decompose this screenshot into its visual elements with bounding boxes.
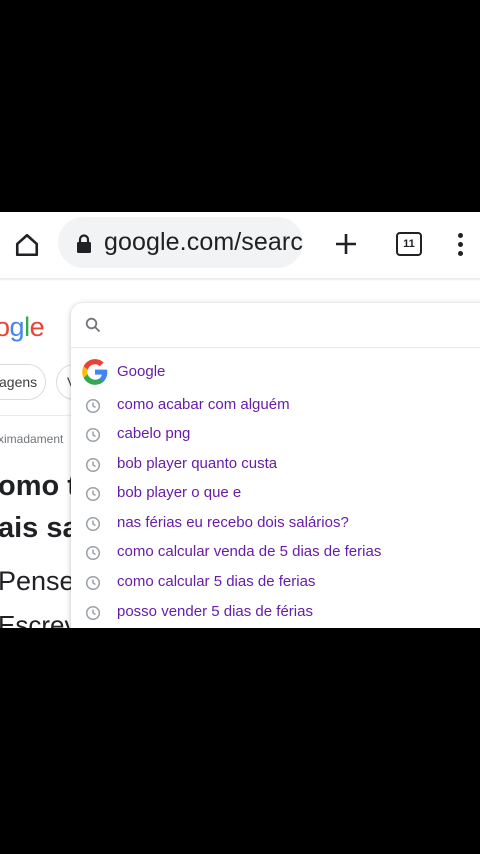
suggestion-label: como calcular 5 dias de ferias [117,573,316,590]
search-suggestions-dropdown: Google como acabar com alguém cabelo png… [71,303,480,628]
history-icon [85,427,101,443]
suggestion-label: como acabar com alguém [117,396,290,413]
history-icon [85,457,101,473]
suggestion-google[interactable]: Google [71,357,480,385]
home-icon [15,233,39,257]
suggestion-label: nas férias eu recebo dois salários? [117,514,349,531]
history-suggestion[interactable]: bob player quanto custa [71,451,480,479]
new-tab-button[interactable] [327,225,365,263]
search-box[interactable] [71,303,480,348]
home-button[interactable] [8,226,46,264]
chip-label: agens [0,374,38,390]
result-body-text: Escrev [0,610,78,628]
logo-letter: g [9,312,25,342]
history-icon [85,605,101,621]
history-icon [85,575,101,591]
browser-toolbar: google.com/searc 11 [0,212,480,278]
tab-count: 11 [396,232,422,256]
result-heading-line[interactable]: ais sa [0,512,79,545]
filter-chip-images[interactable]: agens [0,364,46,400]
suggestion-label: como calcular venda de 5 dias de ferias [117,543,382,560]
suggestion-label: bob player o que e [117,484,242,501]
history-suggestion[interactable]: posso vender 5 dias de férias [71,599,480,627]
history-icon [85,516,101,532]
toolbar-shadow [0,278,480,281]
history-suggestion[interactable]: nas férias eu recebo dois salários? [71,510,480,538]
logo-letter: e [29,312,45,342]
history-suggestion[interactable]: como acabar com alguém [71,392,480,420]
url-text: google.com/searc [104,228,303,256]
suggestion-label: cabelo png [117,425,191,442]
google-logo[interactable]: ogle [0,312,45,343]
history-icon [85,486,101,502]
address-bar[interactable]: google.com/searc [58,217,303,268]
result-heading-line[interactable]: omo t [0,470,77,503]
history-suggestion[interactable]: bob player o que e [71,480,480,508]
lock-icon [77,234,91,253]
logo-letter: o [0,312,10,342]
history-icon [85,545,101,561]
plus-icon [336,234,356,254]
dot-icon [457,250,463,256]
history-suggestion[interactable]: como calcular venda de 5 dias de ferias [71,539,480,567]
result-body-text: Pense [0,566,75,596]
google-g-icon [82,359,108,385]
history-suggestion[interactable]: cabelo png [71,421,480,449]
browser-screen: google.com/searc 11 ogle agens V ximadam… [0,212,480,628]
suggestion-label: Google [117,363,166,380]
suggestion-label: bob player quanto custa [117,455,278,472]
search-icon [85,317,101,333]
dot-icon [457,241,463,247]
suggestion-label: posso vender 5 dias de férias [117,603,313,620]
overflow-menu-button[interactable] [446,225,474,263]
tab-switcher-button[interactable]: 11 [391,225,427,263]
history-icon [85,398,101,414]
search-input[interactable] [111,311,480,341]
results-count: ximadament [0,432,64,446]
history-suggestion[interactable]: como calcular 5 dias de ferias [71,569,480,597]
dot-icon [457,232,463,238]
